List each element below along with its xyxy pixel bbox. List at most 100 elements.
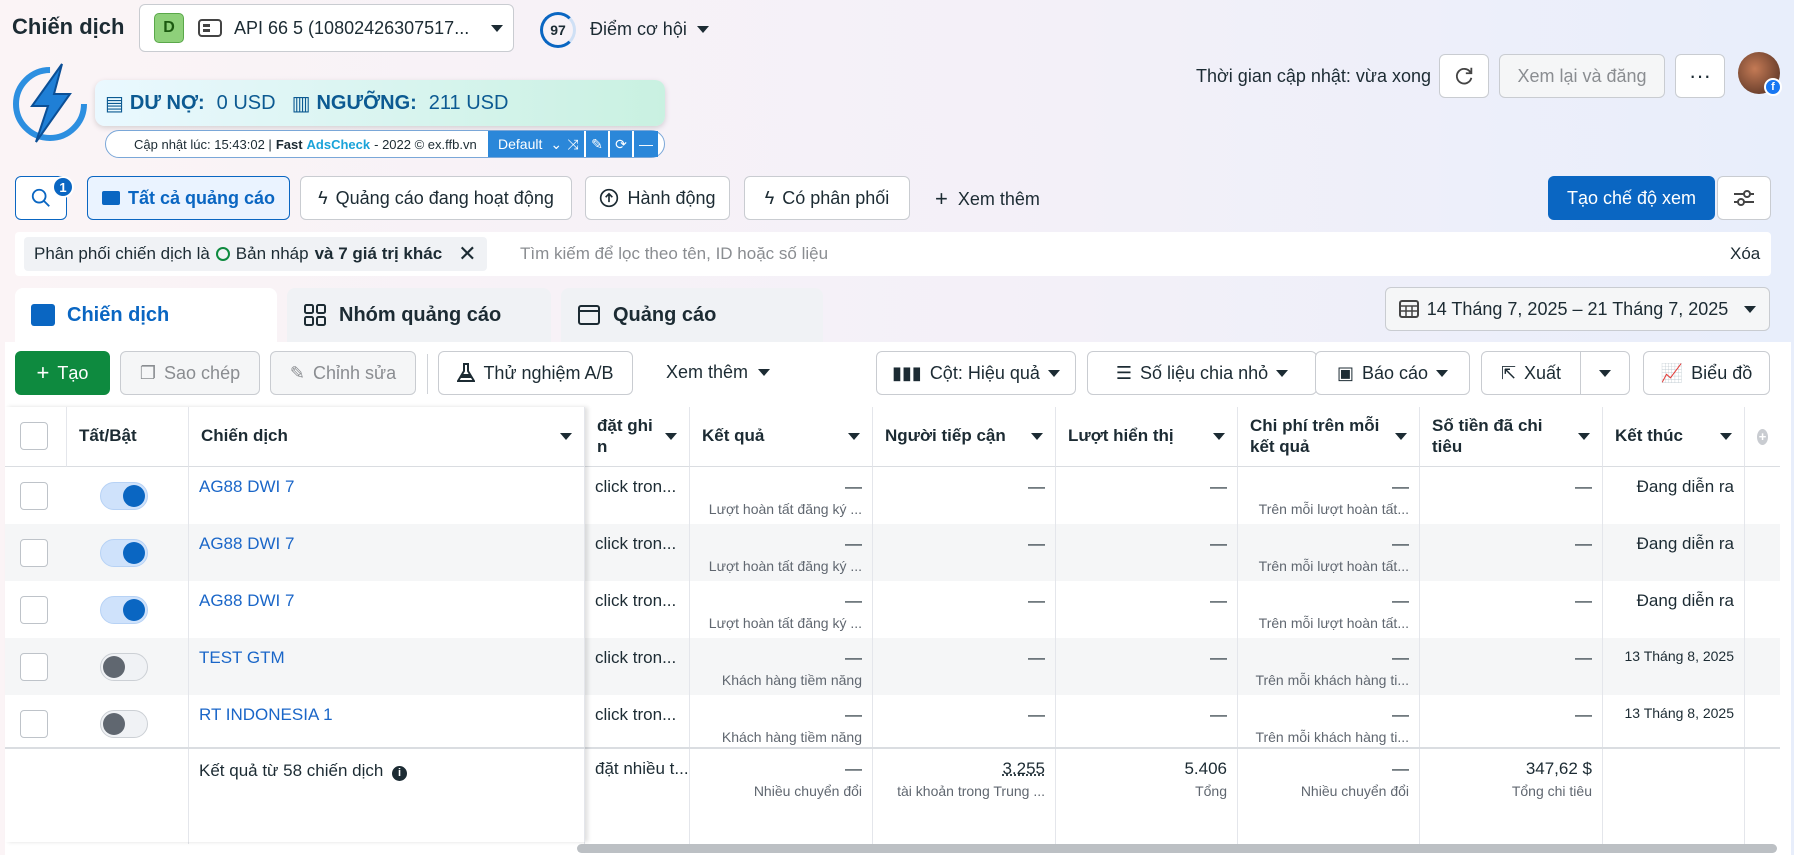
- edit-icon[interactable]: ✎: [586, 131, 608, 157]
- filter-search-input[interactable]: Tìm kiếm để lọc theo tên, ID hoặc số liệ…: [520, 244, 828, 264]
- table-row[interactable]: TEST GTM click tron... — Khách hàng tiềm nă…: [5, 638, 1780, 695]
- search-count-badge: 1: [52, 176, 74, 198]
- tab-actions[interactable]: Hành động: [585, 176, 730, 220]
- impressions-cell: —: [1056, 581, 1238, 638]
- column-header-results[interactable]: Kết quả: [690, 407, 873, 467]
- ab-test-button[interactable]: Thử nghiệm A/B: [438, 351, 633, 395]
- results-sub: Lượt hoàn tất đăng ký ...: [708, 501, 862, 517]
- attribution-cell: click tron...: [585, 581, 690, 638]
- row-checkbox[interactable]: [20, 653, 48, 681]
- column-header-attribution[interactable]: đặt ghi n: [585, 407, 690, 467]
- refresh-button[interactable]: [1439, 54, 1489, 98]
- campaign-name-link[interactable]: AG88 DWI 7: [199, 591, 294, 610]
- campaign-name-link[interactable]: TEST GTM: [199, 648, 285, 667]
- review-publish-button[interactable]: Xem lại và đăng: [1499, 54, 1665, 98]
- table-row[interactable]: AG88 DWI 7 click tron... — Lượt hoàn tất đă…: [5, 581, 1780, 638]
- column-header-cost-per-result[interactable]: Chi phí trên mỗi kết quả: [1238, 407, 1420, 467]
- filter-value: Bản nháp: [235, 244, 309, 263]
- amount-spent-cell: —: [1420, 695, 1603, 752]
- column-header-amount-spent[interactable]: Số tiền đã chi tiêu: [1420, 407, 1603, 467]
- spacer-cell: [1745, 638, 1780, 695]
- ends-cell: Đang diễn ra: [1603, 524, 1745, 581]
- campaign-cell: [67, 695, 189, 752]
- shuffle-icon[interactable]: ⤨: [562, 131, 584, 157]
- filter-chip[interactable]: Phân phối chiến dịch là Bản nháp và 7 gi…: [24, 237, 487, 271]
- horizontal-scrollbar[interactable]: [577, 844, 1777, 853]
- tab-ads[interactable]: Quảng cáo: [561, 288, 823, 342]
- totals-reach-sub: tài khoản trong Trung ...: [897, 783, 1045, 799]
- date-range-picker[interactable]: 14 Tháng 7, 2025 – 21 Tháng 7, 2025: [1385, 287, 1770, 331]
- tab-all-ads[interactable]: Tất cả quảng cáo: [87, 176, 290, 220]
- folder-icon: [101, 191, 120, 205]
- table-row[interactable]: RT INDONESIA 1 click tron... — Khách hàng t…: [5, 695, 1780, 752]
- duplicate-button[interactable]: ❐ Sao chép: [120, 351, 260, 395]
- columns-button[interactable]: ▮▮▮ Cột: Hiệu quả: [876, 351, 1076, 395]
- toolbar-divider: [427, 354, 428, 394]
- filter-suffix: và 7 giá trị khác: [314, 244, 443, 263]
- select-all-checkbox[interactable]: [20, 422, 48, 450]
- opportunity-score-menu[interactable]: Điểm cơ hội: [590, 19, 709, 40]
- cost-per-result-cell: — Trên mỗi khách hàng ti...: [1238, 638, 1420, 695]
- totals-impressions-value: 5.406: [1184, 759, 1227, 778]
- extension-updated-at: Cập nhật lúc: 15:43:02 |: [134, 136, 272, 152]
- campaign-name-link[interactable]: RT INDONESIA 1: [199, 705, 333, 724]
- create-button[interactable]: + Tạo: [15, 351, 110, 395]
- attribution-cell: click tron...: [585, 695, 690, 752]
- profile-select[interactable]: Default ⌄: [488, 131, 567, 157]
- debt-label: DƯ NỢ:: [129, 91, 205, 114]
- tab-delivering[interactable]: ϟ Có phân phối: [744, 176, 910, 220]
- chevron-down-icon: [1744, 305, 1757, 313]
- minimize-icon[interactable]: —: [634, 131, 658, 157]
- columns-icon: ▮▮▮: [892, 362, 922, 383]
- column-header-toggle[interactable]: Tất/Bật: [67, 407, 189, 467]
- more-actions-menu[interactable]: Xem thêm: [666, 362, 771, 383]
- add-column-header[interactable]: +: [1745, 407, 1780, 467]
- close-icon[interactable]: ✕: [458, 241, 476, 267]
- table-row[interactable]: AG88 DWI 7 click tron... — Lượt hoàn tất đă…: [5, 467, 1780, 524]
- row-checkbox[interactable]: [20, 710, 48, 738]
- charts-button[interactable]: 📈 Biểu đồ: [1643, 351, 1770, 395]
- export-button[interactable]: ⇱ Xuất: [1481, 351, 1581, 395]
- tab-active-ads[interactable]: ϟ Quảng cáo đang hoạt động: [300, 176, 572, 220]
- table-row[interactable]: AG88 DWI 7 click tron... — Lượt hoàn tất đă…: [5, 524, 1780, 581]
- column-header-ends[interactable]: Kết thúc: [1603, 407, 1745, 467]
- results-cell: — Khách hàng tiềm năng: [690, 638, 873, 695]
- impressions-cell: —: [1056, 638, 1238, 695]
- account-selector[interactable]: D API 66 5 (10802426307517...: [139, 4, 514, 52]
- export-options-button[interactable]: [1580, 351, 1630, 395]
- results-value: —: [845, 705, 862, 724]
- column-header-reach[interactable]: Người tiếp cận: [873, 407, 1056, 467]
- opportunity-score-ring[interactable]: 97: [540, 12, 576, 48]
- totals-spent-value: 347,62 $: [1525, 759, 1592, 778]
- edit-button[interactable]: ✎ Chỉnh sửa: [270, 351, 416, 395]
- copy-icon: ❐: [139, 362, 157, 383]
- see-more-tabs[interactable]: + Xem thêm: [935, 186, 1040, 212]
- column-header-impressions[interactable]: Lượt hiển thị: [1056, 407, 1238, 467]
- tab-adsets[interactable]: Nhóm quảng cáo: [287, 288, 551, 342]
- campaign-name-link[interactable]: AG88 DWI 7: [199, 534, 294, 553]
- row-checkbox[interactable]: [20, 482, 48, 510]
- sort-icon: [1031, 433, 1043, 440]
- columns-label: Cột: Hiệu quả: [929, 362, 1040, 383]
- totals-impressions: 5.406 Tổng: [1056, 749, 1238, 844]
- breakdown-button[interactable]: ☰ Số liệu chia nhỏ: [1087, 351, 1317, 395]
- view-settings-button[interactable]: [1717, 176, 1771, 220]
- more-options-button[interactable]: ···: [1675, 54, 1725, 98]
- column-header-campaign[interactable]: Chiến dịch: [189, 407, 585, 467]
- plus-icon: +: [36, 360, 50, 385]
- campaign-name-link[interactable]: AG88 DWI 7: [199, 477, 294, 496]
- sort-icon: [560, 433, 572, 440]
- totals-amount-spent: 347,62 $ Tổng chi tiêu: [1420, 749, 1603, 844]
- reports-button[interactable]: ▣ Báo cáo: [1315, 351, 1470, 395]
- chevron-down-icon: [1276, 369, 1289, 377]
- tab-delivering-label: Có phân phối: [782, 187, 890, 208]
- create-view-button[interactable]: Tạo chế độ xem: [1548, 176, 1715, 220]
- info-icon[interactable]: i: [392, 765, 408, 781]
- ad-account-icon: [198, 19, 222, 37]
- tab-campaigns[interactable]: Chiến dịch: [15, 288, 277, 342]
- row-checkbox[interactable]: [20, 596, 48, 624]
- clear-filters-link[interactable]: Xóa: [1730, 244, 1760, 264]
- results-cell: — Lượt hoàn tất đăng ký ...: [690, 524, 873, 581]
- row-checkbox[interactable]: [20, 539, 48, 567]
- sync-icon[interactable]: ⟳: [610, 131, 632, 157]
